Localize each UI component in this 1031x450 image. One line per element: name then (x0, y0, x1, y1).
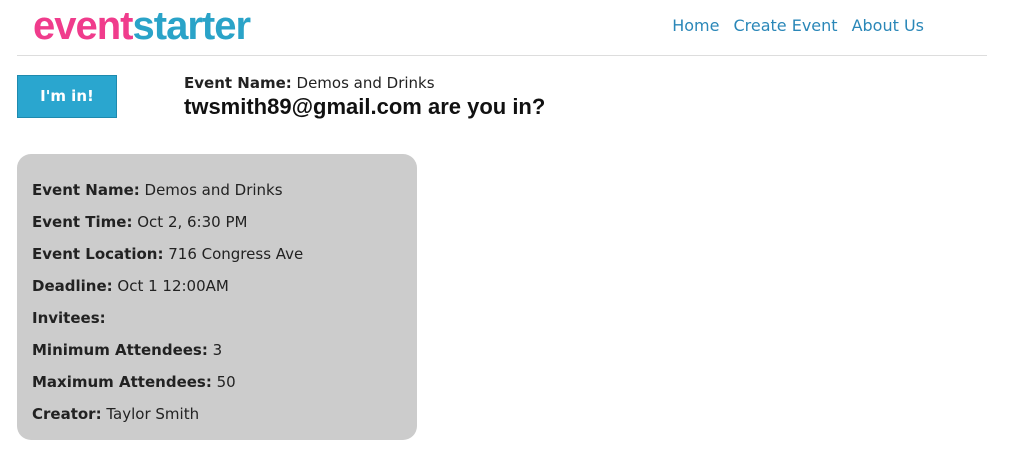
main-nav: Home Create Event About Us (672, 15, 924, 37)
logo-part-event: event (33, 4, 133, 48)
site-header: eventstarter Home Create Event About Us (17, 0, 987, 56)
detail-value: 50 (216, 373, 236, 391)
detail-deadline: Deadline: Oct 1 12:00AM (32, 270, 402, 302)
site-logo[interactable]: eventstarter (33, 2, 252, 50)
detail-event-location: Event Location: 716 Congress Ave (32, 238, 402, 270)
prompt-event-name-label: Event Name: (184, 74, 292, 92)
page: eventstarter Home Create Event About Us … (0, 0, 1031, 450)
detail-label: Event Name: (32, 181, 140, 199)
detail-value: Oct 1 12:00AM (117, 277, 229, 295)
logo-part-starter: starter (132, 4, 252, 48)
detail-value: Oct 2, 6:30 PM (137, 213, 248, 231)
detail-creator: Creator: Taylor Smith (32, 398, 402, 430)
detail-event-name: Event Name: Demos and Drinks (32, 174, 402, 206)
detail-label: Maximum Attendees: (32, 373, 212, 391)
nav-link-home[interactable]: Home (672, 15, 719, 37)
prompt-event-name-value: Demos and Drinks (296, 74, 435, 92)
detail-label: Minimum Attendees: (32, 341, 208, 359)
detail-label: Creator: (32, 405, 102, 423)
nav-link-create-event[interactable]: Create Event (733, 15, 837, 37)
detail-label: Event Time: (32, 213, 133, 231)
detail-label: Deadline: (32, 277, 113, 295)
rsvp-question: twsmith89@gmail.com are you in? (184, 94, 546, 119)
detail-value: Demos and Drinks (144, 181, 283, 199)
detail-minimum-attendees: Minimum Attendees: 3 (32, 334, 402, 366)
detail-event-time: Event Time: Oct 2, 6:30 PM (32, 206, 402, 238)
detail-value: 716 Congress Ave (168, 245, 304, 263)
im-in-button[interactable]: I'm in! (17, 75, 117, 118)
prompt-event-name: Event Name: Demos and Drinks (184, 73, 545, 93)
detail-value: Taylor Smith (106, 405, 200, 423)
nav-link-about-us[interactable]: About Us (852, 15, 924, 37)
event-details-card: Event Name: Demos and Drinks Event Time:… (17, 154, 417, 440)
detail-label: Invitees: (32, 309, 106, 327)
detail-invitees: Invitees: (32, 302, 402, 334)
detail-value: 3 (212, 341, 223, 359)
detail-maximum-attendees: Maximum Attendees: 50 (32, 366, 402, 398)
detail-label: Event Location: (32, 245, 164, 263)
rsvp-prompt: Event Name: Demos and Drinks twsmith89@g… (184, 73, 545, 121)
